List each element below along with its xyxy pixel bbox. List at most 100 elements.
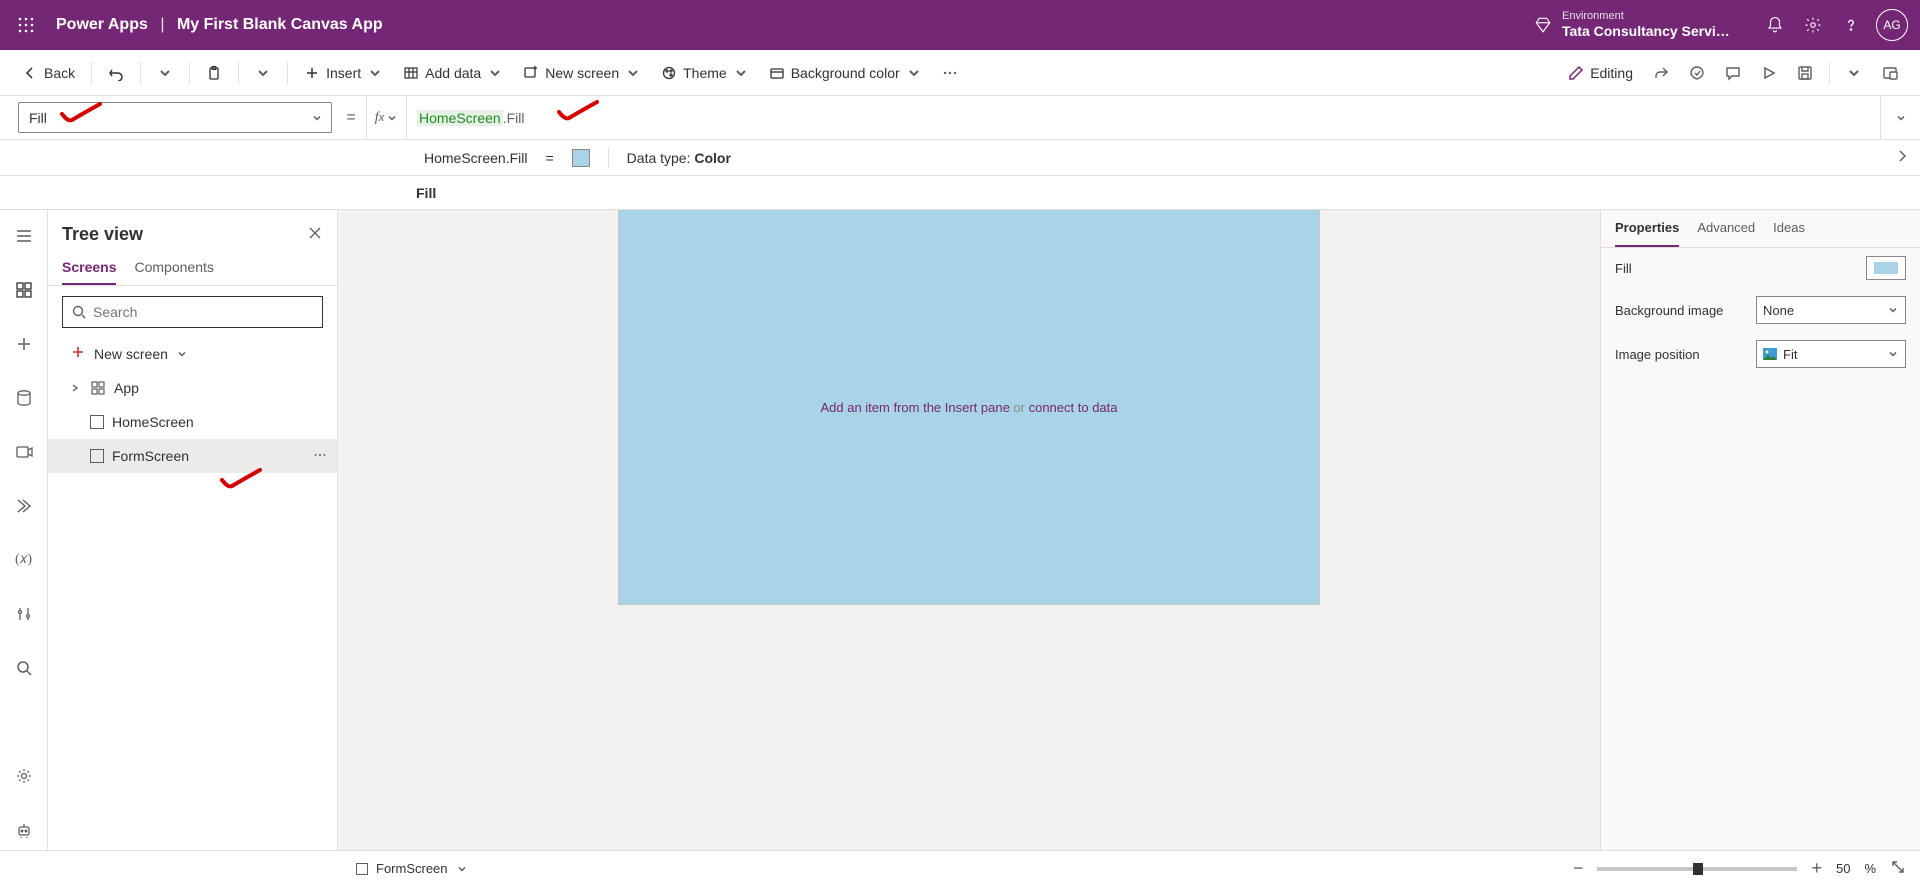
rail-advanced-tools-icon[interactable] <box>4 594 44 634</box>
editing-mode-button[interactable]: Editing <box>1560 57 1641 89</box>
paste-dropdown[interactable] <box>247 57 279 89</box>
formula-result-bar: HomeScreen.Fill = Data type: Color <box>0 140 1920 176</box>
environment-picker[interactable]: Environment Tata Consultancy Servic... <box>1524 6 1732 44</box>
more-commands-button[interactable] <box>934 57 966 89</box>
rail-virtual-agent-icon[interactable] <box>4 810 44 850</box>
rail-insert-icon[interactable] <box>4 324 44 364</box>
save-button[interactable] <box>1789 57 1821 89</box>
properties-panel: Properties Advanced Ideas Fill Backgroun… <box>1600 210 1920 850</box>
result-next-icon[interactable] <box>1894 148 1910 167</box>
status-bar: FormScreen − + 50 % <box>0 850 1920 886</box>
prop-img-pos-select[interactable]: Fit <box>1756 340 1906 368</box>
app-icon <box>90 380 106 396</box>
placeholder-insert-link[interactable]: Add an item from the Insert pane <box>820 400 1013 415</box>
tab-properties[interactable]: Properties <box>1615 210 1679 247</box>
canvas-screen[interactable]: Add an item from the Insert pane or conn… <box>619 210 1319 604</box>
close-panel-icon[interactable] <box>307 225 323 244</box>
app-name: My First Blank Canvas App <box>177 16 383 33</box>
environment-icon <box>1524 6 1562 44</box>
rail-tree-view-icon[interactable] <box>4 270 44 310</box>
product-name: Power Apps <box>56 16 148 33</box>
tree-item-homescreen[interactable]: HomeScreen <box>48 405 337 439</box>
help-icon[interactable] <box>1832 6 1870 44</box>
add-data-button[interactable]: Add data <box>395 57 511 89</box>
insert-label: Insert <box>326 65 361 81</box>
settings-icon[interactable] <box>1794 6 1832 44</box>
status-selection[interactable]: FormScreen <box>356 861 468 876</box>
prop-img-pos-value: Fit <box>1783 347 1797 362</box>
intellisense-label: Fill <box>416 185 436 201</box>
formula-input[interactable]: HomeScreen.Fill <box>406 96 1880 139</box>
app-checker-button[interactable] <box>1681 57 1713 89</box>
theme-label: Theme <box>683 65 727 81</box>
canvas-area[interactable]: Add an item from the Insert pane or conn… <box>338 210 1600 850</box>
publish-button[interactable] <box>1874 57 1906 89</box>
tree-item-label: App <box>114 380 139 396</box>
undo-dropdown[interactable] <box>149 57 181 89</box>
zoom-slider[interactable] <box>1597 867 1797 871</box>
undo-button[interactable] <box>100 57 132 89</box>
tree-item-app[interactable]: App <box>48 371 337 405</box>
back-button[interactable]: Back <box>14 57 83 89</box>
rail-hamburger-icon[interactable] <box>4 216 44 256</box>
formula-expand-button[interactable] <box>1880 96 1920 139</box>
tree-item-label: HomeScreen <box>112 414 194 430</box>
rail-media-icon[interactable] <box>4 432 44 472</box>
result-datatype: Data type: Color <box>627 150 731 166</box>
tab-ideas[interactable]: Ideas <box>1773 210 1805 247</box>
tab-advanced[interactable]: Advanced <box>1697 210 1755 247</box>
tab-screens[interactable]: Screens <box>62 251 116 285</box>
datatype-value: Color <box>694 150 731 166</box>
prop-img-pos-label: Image position <box>1615 347 1700 362</box>
screen-icon <box>90 415 104 429</box>
share-button[interactable] <box>1645 57 1677 89</box>
fit-to-screen-button[interactable] <box>1890 859 1906 878</box>
status-selection-label: FormScreen <box>376 861 448 876</box>
save-dropdown[interactable] <box>1838 57 1870 89</box>
tree-search-box[interactable] <box>62 296 323 328</box>
canvas-placeholder: Add an item from the Insert pane or conn… <box>820 400 1117 415</box>
rail-search-icon[interactable] <box>4 648 44 688</box>
chevron-down-icon <box>456 863 468 875</box>
comments-button[interactable] <box>1717 57 1749 89</box>
placeholder-connect-link[interactable]: connect to data <box>1029 400 1118 415</box>
notifications-icon[interactable] <box>1756 6 1794 44</box>
new-screen-button[interactable]: New screen <box>515 57 649 89</box>
zoom-out-button[interactable]: − <box>1573 858 1584 879</box>
paste-button[interactable] <box>198 57 230 89</box>
zoom-in-button[interactable]: + <box>1811 858 1822 879</box>
tree-view-title: Tree view <box>62 224 143 245</box>
expand-icon[interactable] <box>68 383 82 393</box>
tree-new-screen-button[interactable]: New screen <box>48 338 337 371</box>
command-bar: Back Insert Add data New screen Theme Ba… <box>0 50 1920 96</box>
property-selector[interactable]: Fill <box>18 102 332 133</box>
tab-components[interactable]: Components <box>134 251 213 285</box>
background-color-button[interactable]: Background color <box>761 57 930 89</box>
editing-label: Editing <box>1590 65 1633 81</box>
waffle-icon[interactable] <box>12 11 40 39</box>
placeholder-or: or <box>1013 400 1028 415</box>
insert-button[interactable]: Insert <box>296 57 391 89</box>
tree-item-formscreen[interactable]: FormScreen <box>48 439 337 473</box>
prop-fill-swatch[interactable] <box>1866 256 1906 280</box>
rail-power-automate-icon[interactable] <box>4 486 44 526</box>
theme-button[interactable]: Theme <box>653 57 757 89</box>
tree-search-input[interactable] <box>93 304 314 320</box>
preview-button[interactable] <box>1753 57 1785 89</box>
formula-token-prop: .Fill <box>503 110 525 126</box>
new-screen-label: New screen <box>545 65 619 81</box>
rail-settings-icon[interactable] <box>4 756 44 796</box>
search-icon <box>71 304 87 320</box>
add-data-label: Add data <box>425 65 481 81</box>
fx-button[interactable]: fx <box>366 96 406 139</box>
prop-bg-image-select[interactable]: None <box>1756 296 1906 324</box>
user-avatar[interactable]: AG <box>1876 9 1908 41</box>
more-icon[interactable] <box>313 448 327 465</box>
rail-variables-icon[interactable]: (𝑥) <box>4 540 44 580</box>
zoom-percent: % <box>1864 861 1876 876</box>
rail-data-icon[interactable] <box>4 378 44 418</box>
equals-sign: = <box>336 96 366 139</box>
formula-token-screen: HomeScreen <box>417 110 503 126</box>
app-header: Power Apps | My First Blank Canvas App E… <box>0 0 1920 50</box>
environment-label: Environment <box>1562 10 1732 23</box>
